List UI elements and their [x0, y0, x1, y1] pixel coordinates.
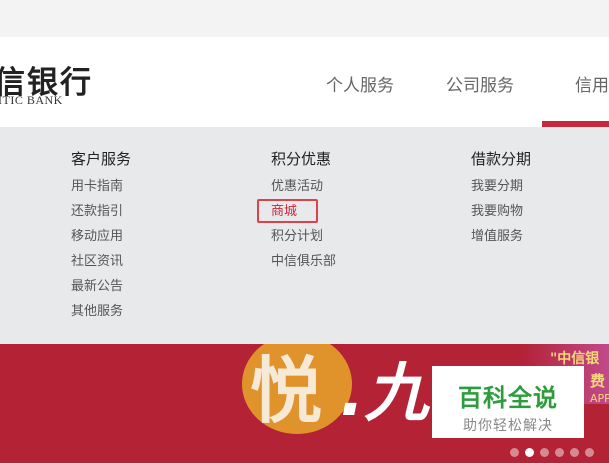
- menu-item-repayment-guide[interactable]: 还款指引: [71, 203, 131, 228]
- carousel-dot[interactable]: [510, 448, 519, 457]
- banner-graphic-char: .九: [340, 357, 429, 431]
- watermark-logo: 百科全说 助你轻松解决: [432, 366, 584, 438]
- menu-item-community-news[interactable]: 社区资讯: [71, 253, 131, 278]
- menu-column-customer-service: 客户服务 用卡指南 还款指引 移动应用 社区资讯 最新公告 其他服务: [71, 149, 131, 328]
- bank-logo-english: ITIC BANK: [0, 93, 63, 107]
- menu-item-value-added-services[interactable]: 增值服务: [471, 228, 531, 253]
- watermark-subtitle: 助你轻松解决: [463, 418, 553, 434]
- watermark-title: 百科全说: [458, 384, 558, 412]
- nav-personal-services[interactable]: 个人服务: [326, 71, 394, 96]
- top-strip: [0, 0, 609, 37]
- menu-item-citic-club[interactable]: 中信俱乐部: [271, 253, 336, 278]
- menu-item-points-plan[interactable]: 积分计划: [271, 228, 336, 253]
- menu-item-other-services[interactable]: 其他服务: [71, 303, 131, 328]
- menu-item-latest-notices[interactable]: 最新公告: [71, 278, 131, 303]
- menu-item-mall[interactable]: 商城: [257, 199, 336, 228]
- menu-item-card-guide[interactable]: 用卡指南: [71, 178, 131, 203]
- carousel-dot[interactable]: [555, 448, 564, 457]
- banner-text: APP: [590, 392, 609, 405]
- banner-text: 费: [590, 372, 606, 390]
- carousel-dot-active[interactable]: [525, 448, 534, 457]
- carousel-dot[interactable]: [540, 448, 549, 457]
- dropdown-menu: 客户服务 用卡指南 还款指引 移动应用 社区资讯 最新公告 其他服务 积分优惠 …: [0, 127, 609, 344]
- menu-column-points-offers: 积分优惠 优惠活动 商城 积分计划 中信俱乐部: [257, 149, 336, 278]
- carousel-dot[interactable]: [570, 448, 579, 457]
- nav-corporate-services[interactable]: 公司服务: [446, 71, 514, 96]
- highlight-box: [257, 199, 318, 223]
- site-header: 信银行 ITIC BANK 个人服务 公司服务 信用: [0, 37, 609, 127]
- column-title: 积分优惠: [271, 150, 332, 168]
- menu-item-shopping[interactable]: 我要购物: [471, 203, 531, 228]
- column-title: 客户服务: [71, 150, 132, 168]
- column-title: 借款分期: [471, 150, 532, 168]
- menu-item-apply-installment[interactable]: 我要分期: [471, 178, 531, 203]
- carousel-dots: [510, 448, 594, 457]
- menu-column-installments: 借款分期 我要分期 我要购物 增值服务: [471, 149, 531, 253]
- banner-graphic-yue: 悦: [250, 348, 323, 433]
- menu-item-mobile-apps[interactable]: 移动应用: [71, 228, 131, 253]
- nav-credit-card[interactable]: 信用: [575, 71, 609, 96]
- banner-text: "中信银: [550, 351, 600, 367]
- carousel-dot[interactable]: [585, 448, 594, 457]
